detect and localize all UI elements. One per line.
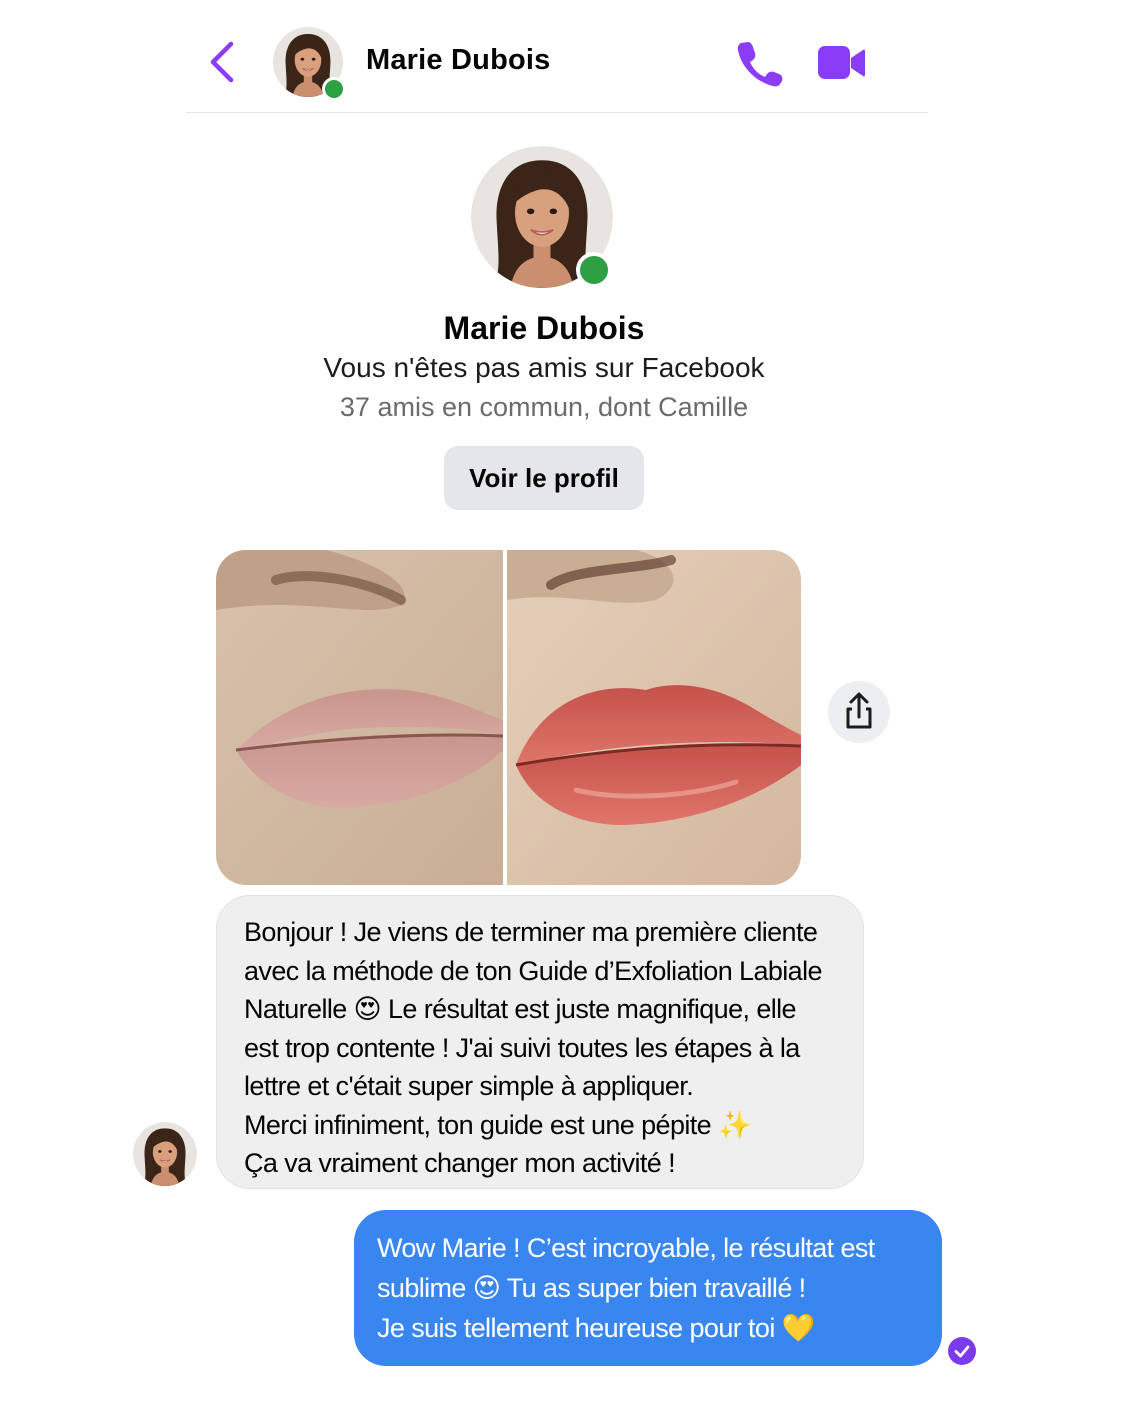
profile-online-dot [576,252,612,288]
outgoing-message-bubble[interactable]: Wow Marie ! C’est incroyable, le résulta… [354,1210,942,1366]
share-icon [846,692,872,729]
share-button[interactable] [828,681,890,743]
seen-check-icon [948,1337,976,1365]
video-camera-icon [818,46,865,79]
incoming-message-bubble[interactable]: Bonjour ! Je viens de terminer ma premiè… [216,895,864,1189]
friendship-status: Vous n'êtes pas amis sur Facebook [323,352,765,383]
voice-call-button[interactable] [734,38,784,88]
back-arrow-icon [210,41,234,83]
sender-avatar[interactable] [133,1122,197,1186]
outgoing-message-text: Wow Marie ! C’est incroyable, le résulta… [377,1233,875,1343]
header-contact-name[interactable]: Marie Dubois [366,44,551,77]
view-profile-button[interactable]: Voir le profil [444,446,644,510]
phone-icon [737,42,783,87]
header-divider [186,112,928,113]
lip-before-after-photo[interactable] [216,550,801,885]
mutual-friends: 37 amis en commun, dont Camille [339,392,749,422]
profile-name: Marie Dubois [443,310,645,346]
back-button[interactable] [203,38,243,86]
video-call-button[interactable] [815,40,867,86]
incoming-message-text: Bonjour ! Je viens de terminer ma premiè… [244,917,823,1178]
online-status-dot [322,77,346,101]
